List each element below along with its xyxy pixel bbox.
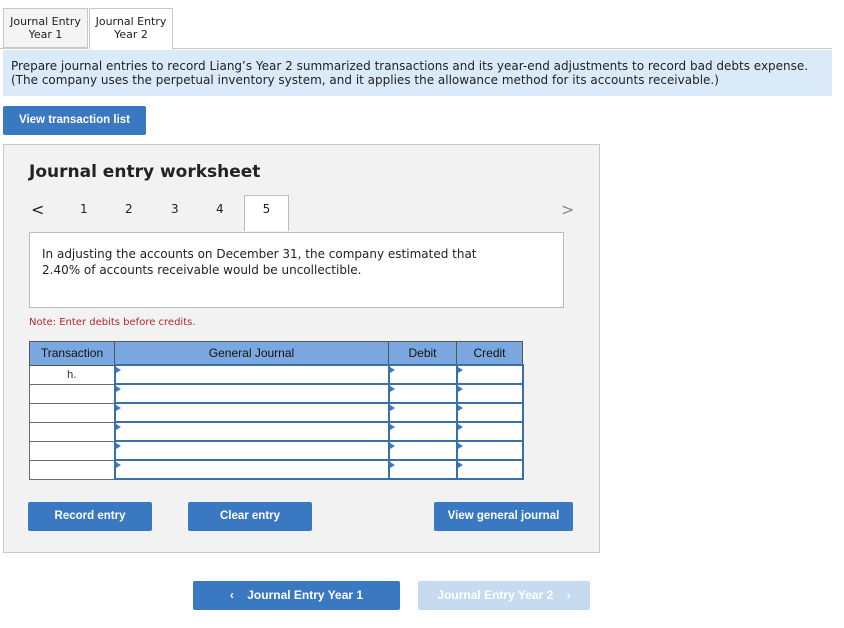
tab-journal-entry-year-2[interactable]: Journal Entry Year 2 xyxy=(89,8,173,50)
table-row xyxy=(29,421,524,442)
prev-journal-entry-label: Journal Entry Year 1 xyxy=(247,588,364,602)
tab-label-line2: Year 2 xyxy=(114,28,148,41)
page-2[interactable]: 2 xyxy=(125,202,133,216)
next-journal-entry-label: Journal Entry Year 2 xyxy=(437,588,554,602)
debit-input[interactable] xyxy=(387,383,458,404)
table-row: h. xyxy=(29,364,524,385)
transaction-cell xyxy=(29,402,115,423)
debit-input[interactable] xyxy=(387,402,458,423)
debit-input[interactable] xyxy=(387,459,458,480)
general-journal-input[interactable] xyxy=(113,383,390,404)
general-journal-input[interactable] xyxy=(113,364,390,385)
header-debit: Debit xyxy=(388,341,457,366)
credit-input[interactable] xyxy=(455,459,524,480)
description-line1: In adjusting the accounts on December 31… xyxy=(42,247,477,261)
general-journal-input[interactable] xyxy=(113,459,390,480)
transaction-cell: h. xyxy=(29,364,115,385)
transaction-cell xyxy=(29,440,115,461)
instructions-line2: (The company uses the perpetual inventor… xyxy=(11,73,719,87)
tab-divider xyxy=(0,48,88,49)
page-1[interactable]: 1 xyxy=(80,202,88,216)
tab-label-line2: Year 1 xyxy=(28,28,63,41)
transaction-cell xyxy=(29,459,115,480)
description-line2: 2.40% of accounts receivable would be un… xyxy=(42,263,362,277)
tab-label-line1: Journal Entry xyxy=(10,15,81,28)
debit-credit-note: Note: Enter debits before credits. xyxy=(29,317,196,328)
table-row xyxy=(29,459,524,480)
credit-input[interactable] xyxy=(455,402,524,423)
debit-input[interactable] xyxy=(387,364,458,385)
credit-input[interactable] xyxy=(455,383,524,404)
header-transaction: Transaction xyxy=(29,341,115,366)
clear-entry-button[interactable]: Clear entry xyxy=(188,502,312,531)
header-general-journal: General Journal xyxy=(114,341,389,366)
prev-journal-entry-button[interactable]: ‹ Journal Entry Year 1 xyxy=(193,581,400,610)
chevron-left-icon: ‹ xyxy=(229,588,234,602)
general-journal-input[interactable] xyxy=(113,421,390,442)
general-journal-input[interactable] xyxy=(113,402,390,423)
credit-input[interactable] xyxy=(455,440,524,461)
debit-input[interactable] xyxy=(387,421,458,442)
instructions-line1: Prepare journal entries to record Liang’… xyxy=(11,59,809,73)
tab-label-line1: Journal Entry xyxy=(95,15,167,28)
page-4[interactable]: 4 xyxy=(216,202,224,216)
credit-input[interactable] xyxy=(455,421,524,442)
record-entry-button[interactable]: Record entry xyxy=(28,502,152,531)
transaction-cell xyxy=(29,383,115,404)
transaction-description: In adjusting the accounts on December 31… xyxy=(29,232,564,308)
debit-input[interactable] xyxy=(387,440,458,461)
worksheet-title: Journal entry worksheet xyxy=(29,162,261,182)
page-5-active[interactable]: 5 xyxy=(244,195,289,231)
view-transaction-list-button[interactable]: View transaction list xyxy=(3,106,146,135)
next-page-arrow[interactable]: > xyxy=(561,200,574,219)
view-general-journal-button[interactable]: View general journal xyxy=(434,502,573,531)
tab-journal-entry-year-1[interactable]: Journal Entry Year 1 xyxy=(3,8,88,48)
journal-entry-worksheet-panel: Journal entry worksheet < > 1 2 3 4 5 In… xyxy=(3,144,600,553)
instructions-box: Prepare journal entries to record Liang’… xyxy=(3,50,832,96)
page-3[interactable]: 3 xyxy=(171,202,179,216)
header-credit: Credit xyxy=(456,341,523,366)
transaction-cell xyxy=(29,421,115,442)
table-row xyxy=(29,402,524,423)
chevron-right-icon: › xyxy=(566,588,571,602)
credit-input[interactable] xyxy=(455,364,524,385)
general-journal-input[interactable] xyxy=(113,440,390,461)
table-row xyxy=(29,440,524,461)
journal-table: Transaction General Journal Debit Credit… xyxy=(29,341,524,480)
table-row xyxy=(29,383,524,404)
prev-page-arrow[interactable]: < xyxy=(31,200,44,219)
next-journal-entry-button[interactable]: Journal Entry Year 2 › xyxy=(418,581,590,610)
tab-divider xyxy=(173,48,832,49)
